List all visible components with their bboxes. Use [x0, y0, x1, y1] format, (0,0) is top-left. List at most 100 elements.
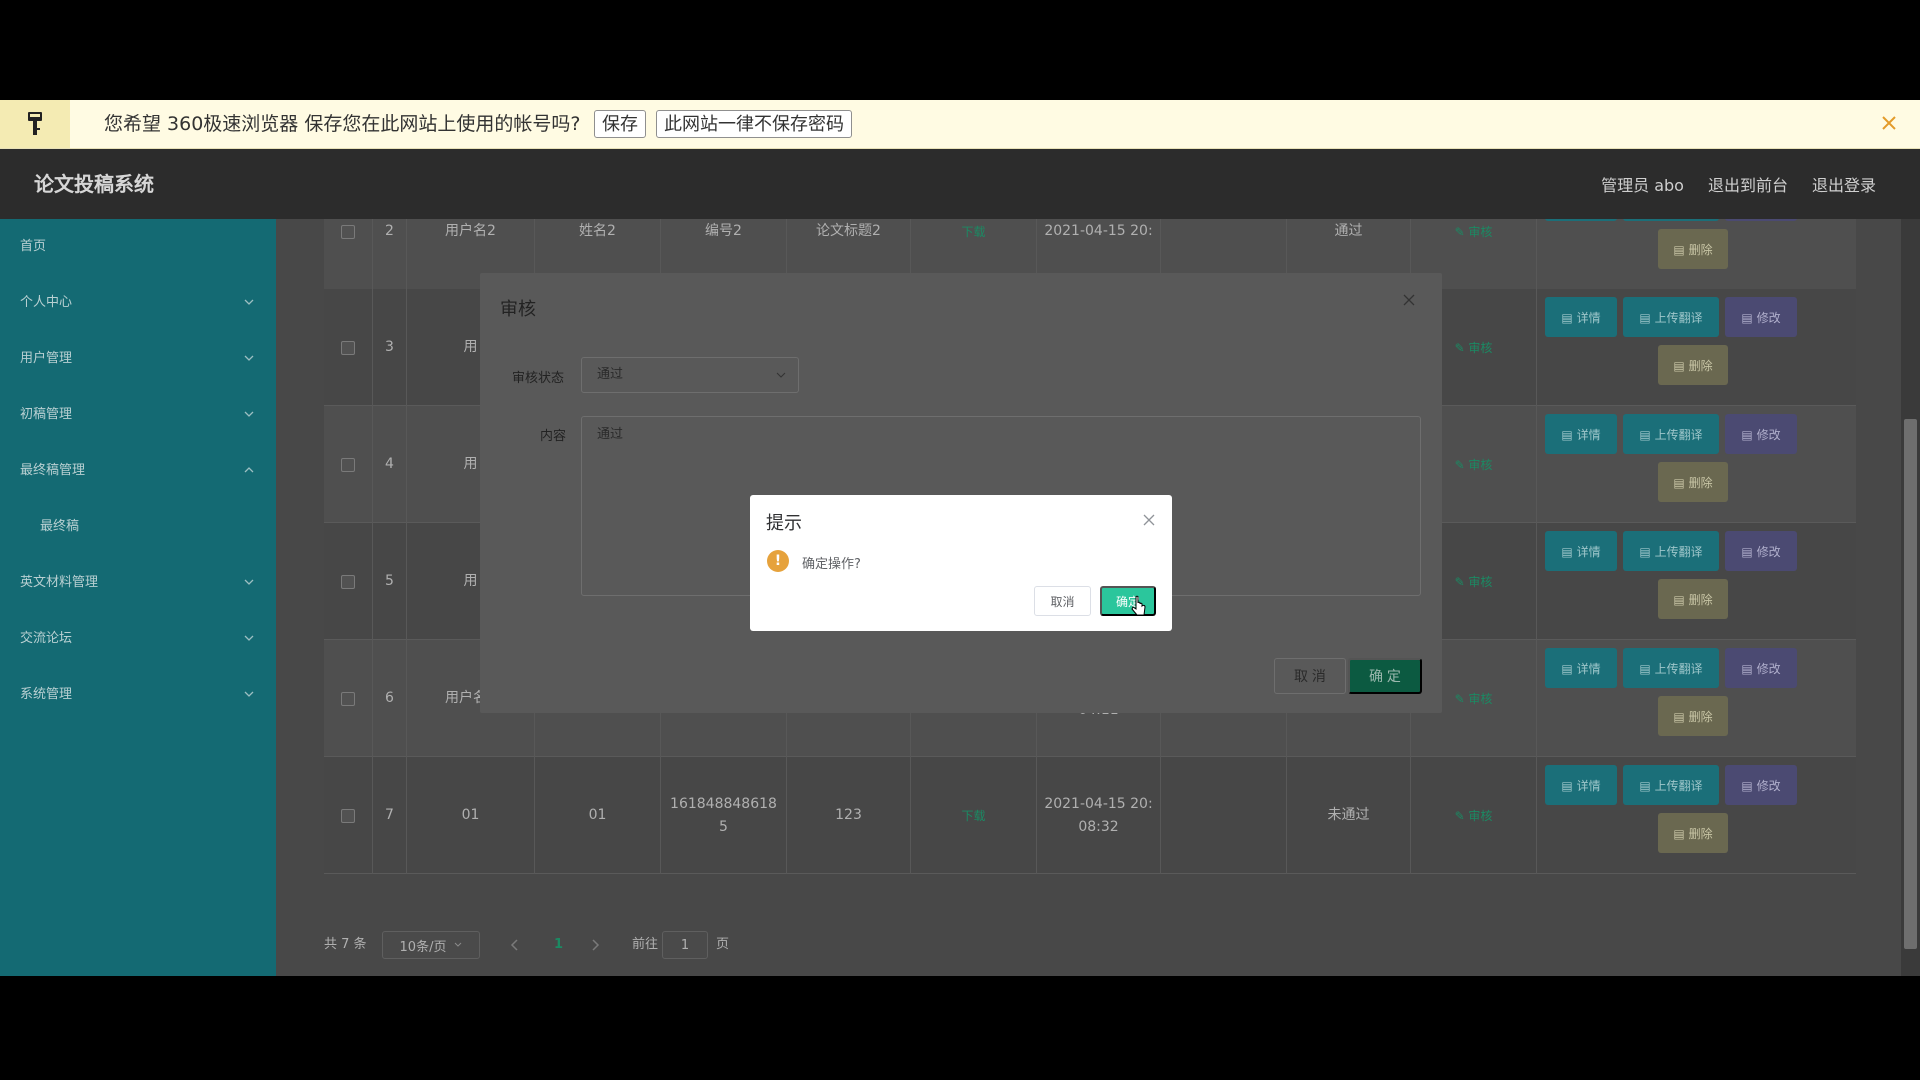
row-checkbox[interactable] [341, 457, 355, 472]
app-title: 论文投稿系统 [34, 172, 154, 196]
upload-translation-button[interactable]: ▤ 上传翻译 [1623, 765, 1719, 805]
sidebar-item-final[interactable]: 最终稿 [0, 499, 276, 555]
detail-button[interactable]: ▤ 详情 [1545, 648, 1617, 688]
table-row: 7 01 01 161848848618 5 123 下载 2021-04-15 20: 0… [324, 757, 1856, 874]
audit-content-label: 内容 [540, 429, 567, 444]
confirm-dialog: 提示 ! 确定操作? 取消 确定 [750, 495, 1172, 631]
table-cell: ▤ 详情▤ 上传翻译▤ 修改 ▤ 删除 [1536, 523, 1836, 640]
table-cell: ✎ 审核 [1410, 757, 1536, 874]
edit-button[interactable]: ▤ 修改 [1725, 414, 1797, 454]
upload-translation-button[interactable]: ▤ 上传翻译 [1623, 414, 1719, 454]
edit-button[interactable]: ▤ 修改 [1725, 297, 1797, 337]
next-page-icon[interactable] [590, 939, 600, 951]
to-front-link[interactable]: 退出到前台 [1708, 172, 1788, 196]
audit-dialog: 审核 审核状态 通过 内容 通过 取 消 确 定 [480, 273, 1442, 713]
warning-icon: ! [767, 550, 789, 572]
table-cell: 6 [372, 640, 406, 757]
prev-page-icon[interactable] [510, 939, 520, 951]
close-icon[interactable] [1876, 110, 1902, 136]
chevron-down-icon [244, 299, 254, 305]
download-link[interactable]: 下载 [961, 223, 985, 240]
upload-translation-button[interactable]: ▤ 上传翻译 [1623, 219, 1719, 221]
audit-link[interactable]: ✎ 审核 [1455, 573, 1493, 590]
sidebar-item-system[interactable]: 系统管理 [0, 667, 276, 723]
audit-link[interactable]: ✎ 审核 [1455, 339, 1493, 356]
detail-button[interactable]: ▤ 详情 [1545, 219, 1617, 221]
row-checkbox[interactable] [341, 691, 355, 706]
table-cell [1160, 757, 1286, 874]
audit-link[interactable]: ✎ 审核 [1455, 690, 1493, 707]
goto-suffix: 页 [716, 937, 730, 952]
delete-button[interactable]: ▤ 删除 [1658, 345, 1728, 385]
table-cell: 3 [372, 289, 406, 406]
edit-button[interactable]: ▤ 修改 [1725, 219, 1797, 221]
screen: 您希望 360极速浏览器 保存您在此网站上使用的帐号吗? 保存 此网站一律不保存… [0, 0, 1920, 1080]
delete-button[interactable]: ▤ 删除 [1658, 229, 1728, 269]
row-checkbox[interactable] [341, 574, 355, 589]
row-checkbox[interactable] [341, 808, 355, 823]
table-cell: 下载 [910, 757, 1036, 874]
table-cell: 5 [372, 523, 406, 640]
delete-button[interactable]: ▤ 删除 [1658, 696, 1728, 736]
edit-button[interactable]: ▤ 修改 [1725, 648, 1797, 688]
row-checkbox[interactable] [341, 340, 355, 355]
edit-button[interactable]: ▤ 修改 [1725, 531, 1797, 571]
delete-button[interactable]: ▤ 删除 [1658, 462, 1728, 502]
table-cell [324, 219, 372, 290]
scrollbar[interactable] [1901, 219, 1920, 976]
upload-translation-button[interactable]: ▤ 上传翻译 [1623, 297, 1719, 337]
audit-status-label: 审核状态 [512, 371, 565, 386]
table-cell: 01 [534, 757, 660, 874]
audit-link[interactable]: ✎ 审核 [1455, 807, 1493, 824]
detail-button[interactable]: ▤ 详情 [1545, 414, 1617, 454]
sidebar-item-forum[interactable]: 交流论坛 [0, 611, 276, 667]
sidebar-item-english-materials[interactable]: 英文材料管理 [0, 555, 276, 611]
chevron-down-icon [244, 411, 254, 417]
page-size-select[interactable]: 10条/页 [382, 931, 480, 959]
current-page[interactable]: 1 [554, 925, 563, 965]
sidebar-item-personal-center[interactable]: 个人中心 [0, 275, 276, 331]
never-save-password-button[interactable]: 此网站一律不保存密码 [656, 110, 852, 138]
chevron-down-icon [244, 579, 254, 585]
goto-page-input[interactable]: 1 [662, 931, 708, 959]
sidebar-item-final-management[interactable]: 最终稿管理 [0, 443, 276, 499]
table-cell [324, 289, 372, 406]
sidebar: 首页 个人中心 用户管理 初稿管理 最终稿管理 最终稿 英文材料管理 交流论坛 [0, 219, 276, 976]
sidebar-item-user-management[interactable]: 用户管理 [0, 331, 276, 387]
edit-button[interactable]: ▤ 修改 [1725, 765, 1797, 805]
chevron-up-icon [244, 467, 254, 473]
audit-link[interactable]: ✎ 审核 [1455, 223, 1493, 240]
upload-translation-button[interactable]: ▤ 上传翻译 [1623, 531, 1719, 571]
mouse-cursor-icon [1131, 595, 1146, 616]
sidebar-item-home[interactable]: 首页 [0, 219, 276, 275]
confirm-message: 确定操作? [802, 557, 861, 572]
row-checkbox[interactable] [341, 224, 355, 239]
detail-button[interactable]: ▤ 详情 [1545, 765, 1617, 805]
delete-button[interactable]: ▤ 删除 [1658, 813, 1728, 853]
save-password-button[interactable]: 保存 [594, 110, 646, 138]
table-cell: 未通过 [1286, 757, 1410, 874]
detail-button[interactable]: ▤ 详情 [1545, 531, 1617, 571]
audit-confirm-button[interactable]: 确 定 [1348, 658, 1422, 694]
upload-translation-button[interactable]: ▤ 上传翻译 [1623, 648, 1719, 688]
delete-button[interactable]: ▤ 删除 [1658, 579, 1728, 619]
table-cell: 2021-04-15 20: 08:32 [1036, 757, 1160, 874]
download-link[interactable]: 下载 [961, 807, 985, 824]
table-cell [324, 406, 372, 523]
audit-status-select[interactable]: 通过 [581, 357, 799, 393]
total-count: 共 7 条 [324, 937, 367, 952]
sidebar-item-draft-management[interactable]: 初稿管理 [0, 387, 276, 443]
detail-button[interactable]: ▤ 详情 [1545, 297, 1617, 337]
table-cell [324, 757, 372, 874]
close-icon[interactable] [1402, 293, 1416, 307]
table-cell: ▤ 详情▤ 上传翻译▤ 修改 ▤ 删除 [1536, 640, 1836, 757]
audit-link[interactable]: ✎ 审核 [1455, 456, 1493, 473]
confirm-cancel-button[interactable]: 取消 [1034, 586, 1091, 616]
table-cell: 161848848618 5 [660, 757, 786, 874]
close-icon[interactable] [1142, 513, 1156, 527]
table-cell: ▤ 详情▤ 上传翻译▤ 修改 ▤ 删除 [1536, 757, 1836, 874]
password-save-message: 您希望 360极速浏览器 保存您在此网站上使用的帐号吗? [104, 113, 581, 135]
password-save-bar: 您希望 360极速浏览器 保存您在此网站上使用的帐号吗? 保存 此网站一律不保存… [0, 100, 1920, 149]
audit-cancel-button[interactable]: 取 消 [1274, 658, 1346, 694]
logout-link[interactable]: 退出登录 [1812, 172, 1876, 196]
